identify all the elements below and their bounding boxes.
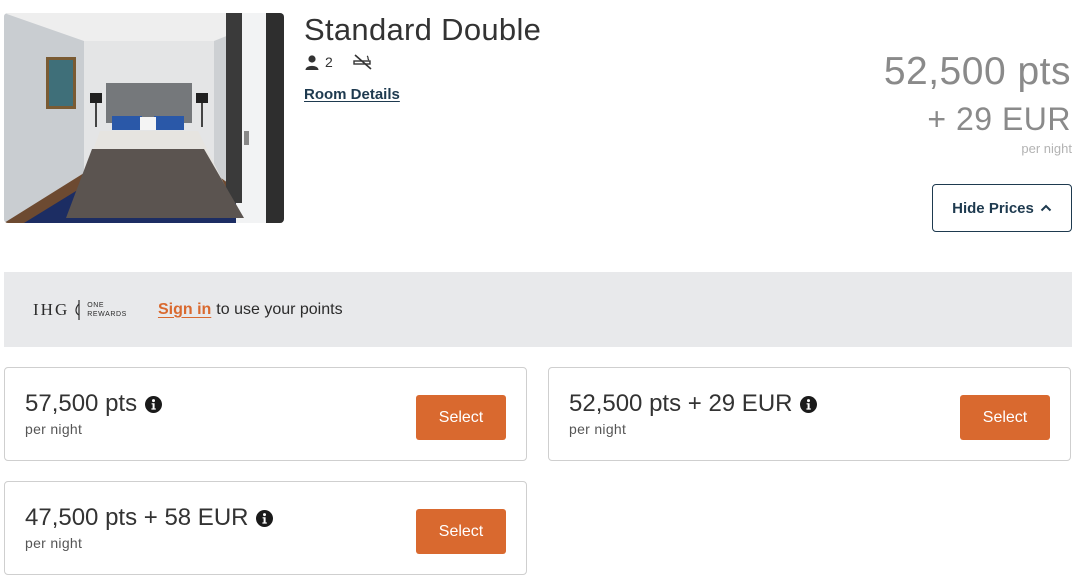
rate-card: 47,500 pts + 58 EUR per night Select (4, 481, 527, 575)
room-photo[interactable] (4, 13, 284, 223)
info-icon[interactable] (800, 395, 818, 413)
room-details-link[interactable]: Room Details (304, 86, 400, 103)
logo-rewards-stack: ONE REWARDS (87, 301, 127, 319)
no-smoking-icon (353, 54, 372, 70)
rate-amount-text: 57,500 pts (25, 390, 138, 417)
sign-in-message: to use your points (216, 300, 343, 318)
rate-amount-text: 47,500 pts + 58 EUR (25, 504, 249, 531)
rate-amount: 57,500 pts (25, 390, 163, 418)
select-button[interactable]: Select (416, 395, 506, 440)
ihg-flame-icon (75, 299, 80, 320)
info-icon[interactable] (256, 509, 274, 527)
price-points: 52,500 pts (883, 50, 1071, 93)
price-per-night: per night (1021, 141, 1072, 156)
select-button[interactable]: Select (960, 395, 1050, 440)
logo-text: IHG (33, 299, 70, 319)
hide-prices-button[interactable]: Hide Prices (932, 184, 1072, 232)
rate-per-night: per night (569, 421, 627, 437)
ihg-one-rewards-logo: IHG ONE REWARDS (33, 299, 127, 321)
hide-prices-label: Hide Prices (952, 199, 1034, 217)
rewards-banner: IHG ONE REWARDS Sign in to use your poin… (4, 272, 1072, 347)
room-meta: 2 (305, 53, 373, 71)
rate-per-night: per night (25, 535, 83, 551)
sign-in-link[interactable]: Sign in (158, 301, 211, 319)
person-icon (305, 54, 319, 70)
room-rate-page: Standard Double 2 Room Details 52,500 pt… (0, 0, 1076, 586)
room-title: Standard Double (304, 12, 542, 47)
rate-amount: 47,500 pts + 58 EUR (25, 504, 274, 532)
info-icon[interactable] (145, 395, 163, 413)
rate-amount-text: 52,500 pts + 29 EUR (569, 390, 793, 417)
rate-amount: 52,500 pts + 29 EUR (569, 390, 818, 418)
select-button[interactable]: Select (416, 509, 506, 554)
rate-card: 52,500 pts + 29 EUR per night Select (548, 367, 1071, 461)
logo-rewards: REWARDS (87, 310, 127, 318)
rate-card: 57,500 pts per night Select (4, 367, 527, 461)
rate-per-night: per night (25, 421, 83, 437)
logo-one: ONE (87, 301, 105, 309)
occupancy-count: 2 (325, 54, 333, 70)
chevron-up-icon (1040, 204, 1052, 212)
price-cash: + 29 EUR (927, 101, 1071, 137)
